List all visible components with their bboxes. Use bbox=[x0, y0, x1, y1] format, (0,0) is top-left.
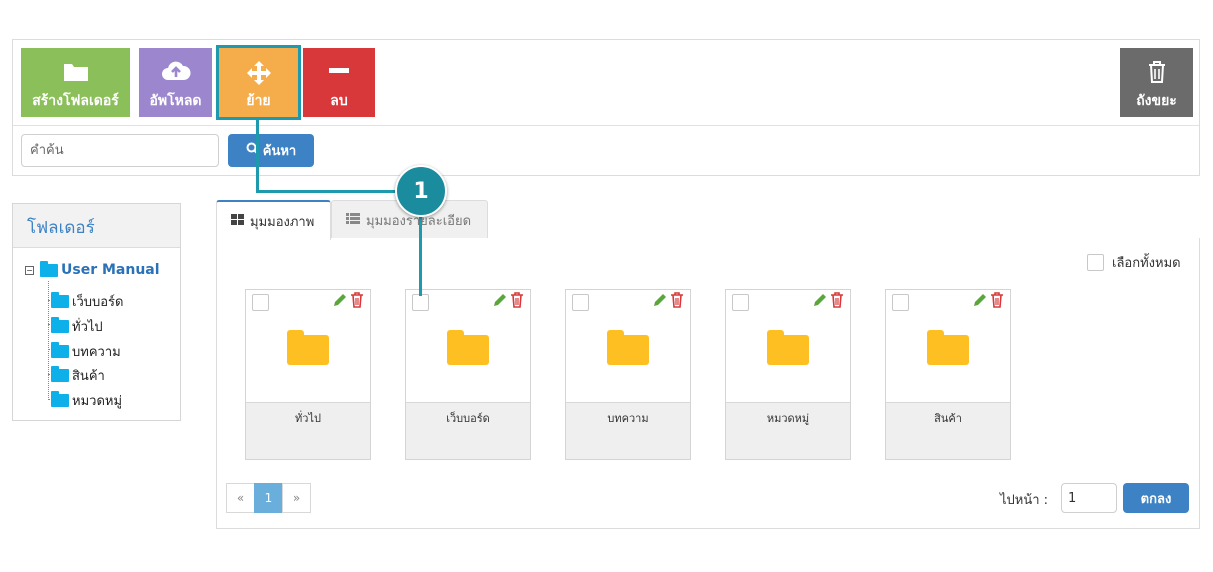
folder-card[interactable]: ทั่วไป bbox=[245, 289, 371, 460]
pagination: « 1 » bbox=[226, 483, 311, 513]
list-icon bbox=[346, 212, 360, 228]
folder-checkbox[interactable] bbox=[892, 294, 909, 311]
folder-icon bbox=[447, 330, 489, 365]
folder-card[interactable]: เว็บบอร์ด bbox=[405, 289, 531, 460]
tree-root-label: User Manual bbox=[61, 262, 160, 278]
select-all-label: เลือกทั้งหมด bbox=[1112, 256, 1181, 271]
trash-label: ถังขยะ bbox=[1136, 93, 1177, 109]
folder-checkbox[interactable] bbox=[732, 294, 749, 311]
minus-icon bbox=[303, 60, 375, 84]
tree-item-label: เว็บบอร์ด bbox=[72, 295, 124, 310]
create-folder-label: สร้างโฟลเดอร์ bbox=[32, 93, 119, 109]
delete-button[interactable]: ลบ bbox=[303, 48, 375, 117]
tree-item-label: หมวดหมู่ bbox=[72, 394, 123, 409]
upload-button[interactable]: อัพโหลด bbox=[139, 48, 212, 117]
pencil-icon[interactable] bbox=[972, 292, 988, 312]
grid-icon bbox=[231, 213, 244, 229]
toolbar-divider bbox=[13, 125, 1199, 126]
folder-icon bbox=[51, 366, 69, 382]
folder-icon bbox=[51, 391, 69, 407]
search-button[interactable]: ค้นหา bbox=[228, 134, 314, 167]
move-button[interactable]: ย้าย bbox=[216, 45, 301, 120]
upload-label: อัพโหลด bbox=[149, 93, 202, 109]
folder-name: สินค้า bbox=[886, 402, 1010, 459]
tree-item-categories[interactable]: หมวดหมู่ bbox=[51, 390, 122, 411]
tree-item-label: บทความ bbox=[72, 345, 121, 360]
toolbar-panel: สร้างโฟลเดอร์ อัพโหลด ย้าย ลบ ถังขยะ ค้น… bbox=[12, 39, 1200, 176]
trash-bin-button[interactable]: ถังขยะ bbox=[1120, 48, 1193, 117]
trash-icon[interactable] bbox=[510, 292, 524, 312]
folder-icon bbox=[767, 330, 809, 365]
tree-root-item[interactable]: − User Manual bbox=[25, 260, 160, 278]
move-arrows-icon bbox=[219, 60, 298, 85]
folder-checkbox[interactable] bbox=[412, 294, 429, 311]
pencil-icon[interactable] bbox=[332, 292, 348, 312]
tree-item-articles[interactable]: บทความ bbox=[51, 341, 121, 362]
pagination-next[interactable]: » bbox=[282, 483, 311, 513]
folder-checkbox[interactable] bbox=[572, 294, 589, 311]
tree-item-webboard[interactable]: เว็บบอร์ด bbox=[51, 291, 123, 312]
folder-icon bbox=[607, 330, 649, 365]
folder-checkbox[interactable] bbox=[252, 294, 269, 311]
tree-item-products[interactable]: สินค้า bbox=[51, 365, 105, 386]
tree-connector bbox=[48, 281, 49, 400]
folder-icon bbox=[287, 330, 329, 365]
folder-name: บทความ bbox=[566, 402, 690, 459]
tree-item-label: สินค้า bbox=[72, 369, 105, 384]
step-badge: 1 bbox=[395, 165, 447, 217]
pagination-current-page[interactable]: 1 bbox=[254, 483, 283, 513]
folder-tree-panel: โฟลเดอร์ − User Manual เว็บบอร์ด ทั่วไป … bbox=[12, 203, 181, 421]
tree-item-general[interactable]: ทั่วไป bbox=[51, 316, 103, 337]
folder-name: หมวดหมู่ bbox=[726, 402, 850, 459]
folder-icon bbox=[40, 260, 58, 277]
trash-icon[interactable] bbox=[670, 292, 684, 312]
folder-icon bbox=[51, 292, 69, 308]
collapse-icon[interactable]: − bbox=[25, 265, 34, 275]
pencil-icon[interactable] bbox=[492, 292, 508, 312]
folder-name: ทั่วไป bbox=[246, 402, 370, 459]
select-all-checkbox[interactable] bbox=[1087, 254, 1104, 271]
tab-grid-view[interactable]: มุมมองภาพ bbox=[216, 200, 331, 240]
pencil-icon[interactable] bbox=[812, 292, 828, 312]
folder-tree-header: โฟลเดอร์ bbox=[13, 204, 180, 248]
folder-card[interactable]: บทความ bbox=[565, 289, 691, 460]
goto-page-input[interactable] bbox=[1061, 483, 1117, 513]
folder-icon bbox=[927, 330, 969, 365]
trash-icon[interactable] bbox=[990, 292, 1004, 312]
select-all-control[interactable]: เลือกทั้งหมด bbox=[1087, 252, 1181, 273]
callout-line bbox=[256, 117, 259, 192]
create-folder-button[interactable]: สร้างโฟลเดอร์ bbox=[21, 48, 130, 117]
tree-item-label: ทั่วไป bbox=[72, 320, 103, 335]
folder-card[interactable]: หมวดหมู่ bbox=[725, 289, 851, 460]
folder-icon bbox=[51, 342, 69, 358]
folder-icon bbox=[51, 317, 69, 333]
callout-line bbox=[256, 190, 398, 193]
folder-icon bbox=[21, 60, 130, 84]
trash-icon bbox=[1120, 60, 1193, 84]
pencil-icon[interactable] bbox=[652, 292, 668, 312]
folder-name: เว็บบอร์ด bbox=[406, 402, 530, 459]
cloud-upload-icon bbox=[139, 60, 212, 84]
search-input[interactable] bbox=[21, 134, 219, 167]
tab-grid-label: มุมมองภาพ bbox=[250, 214, 315, 230]
callout-line bbox=[419, 212, 422, 296]
pagination-prev[interactable]: « bbox=[226, 483, 255, 513]
goto-page-button[interactable]: ตกลง bbox=[1123, 483, 1189, 513]
trash-icon[interactable] bbox=[830, 292, 844, 312]
goto-page-label: ไปหน้า : bbox=[1000, 493, 1049, 508]
folder-card[interactable]: สินค้า bbox=[885, 289, 1011, 460]
delete-label: ลบ bbox=[330, 93, 348, 109]
trash-icon[interactable] bbox=[350, 292, 364, 312]
move-label: ย้าย bbox=[246, 93, 271, 109]
search-button-label: ค้นหา bbox=[262, 144, 297, 159]
